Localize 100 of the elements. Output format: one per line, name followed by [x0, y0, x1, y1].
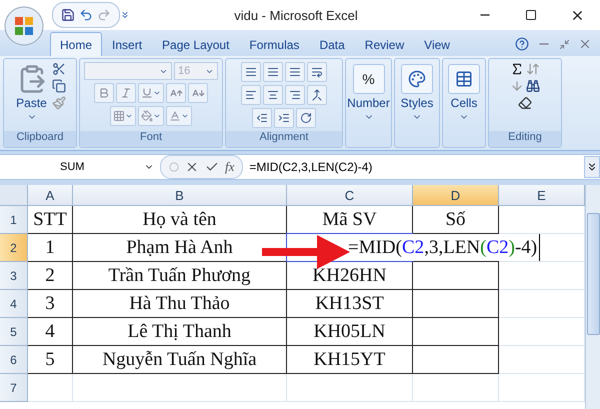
styles-button[interactable]: Styles: [398, 62, 436, 124]
column-header[interactable]: D: [413, 185, 499, 206]
cell-text: Phạm Hà Anh: [126, 236, 233, 258]
close-icon: [578, 37, 592, 51]
grid-cell: [28, 374, 73, 402]
cell-text: 5: [45, 348, 55, 370]
cell-editor[interactable]: =MID(C2,3,LEN(C2)-4): [348, 234, 540, 261]
help-icon: [515, 37, 529, 51]
caret-icon: [181, 112, 189, 120]
paint-bucket-icon: [141, 110, 153, 122]
increase-indent-button[interactable]: [274, 108, 294, 128]
expand-button[interactable]: [584, 156, 600, 178]
decrease-indent-button[interactable]: [252, 108, 272, 128]
rotate-icon: [300, 112, 312, 124]
merge-icon: [311, 89, 323, 101]
row-header[interactable]: 4: [0, 290, 28, 318]
cell-text: Hà Thu Thảo: [129, 292, 230, 314]
fill-down-icon: [510, 79, 524, 93]
ribbon-tab[interactable]: Insert: [102, 32, 152, 56]
cell-text: Họ và tên: [142, 208, 216, 230]
group-label: Alignment: [226, 131, 342, 147]
vertical-scrollbar[interactable]: [585, 185, 600, 409]
column-header[interactable]: B: [73, 185, 287, 206]
caret-icon: [153, 112, 161, 120]
row-header[interactable]: 7: [0, 374, 28, 402]
cell-text: KH15YT: [314, 348, 386, 370]
merge-button[interactable]: [307, 85, 327, 105]
align-middle-button[interactable]: [263, 62, 283, 82]
ribbon-tab[interactable]: Data: [309, 32, 355, 56]
font-color-button[interactable]: [166, 106, 192, 126]
align-center-button[interactable]: [263, 85, 283, 105]
lines-icon: [289, 66, 301, 78]
paste-button[interactable]: Paste: [14, 62, 49, 124]
group-label: Editing: [489, 131, 561, 147]
align-top-button[interactable]: [241, 62, 261, 82]
italic-icon: [120, 87, 132, 99]
double-caret-icon: [586, 161, 598, 173]
column-header[interactable]: A: [28, 185, 73, 206]
cells-button[interactable]: Cells: [446, 62, 482, 124]
lines-icon: [267, 66, 279, 78]
underline-button[interactable]: [138, 83, 164, 103]
fill-color-button[interactable]: [138, 106, 164, 126]
window-title: vidu - Microsoft Excel: [233, 8, 359, 22]
grow-font-button[interactable]: [166, 83, 186, 103]
cell-text: 3: [45, 292, 55, 314]
ribbon-tab[interactable]: Formulas: [239, 32, 310, 56]
cell-text: KH26HN: [312, 264, 386, 286]
cell-text: Trần Tuấn Phương: [108, 264, 251, 286]
wrap-text-button[interactable]: [307, 62, 327, 82]
caret-icon: [125, 112, 133, 120]
group-label: Font: [80, 131, 222, 147]
cell-text: Số: [445, 208, 466, 230]
align-left-icon: [245, 89, 257, 101]
row-header[interactable]: 2: [0, 234, 28, 262]
column-header[interactable]: C: [287, 185, 413, 206]
decrease-indent-icon: [256, 112, 268, 124]
column-header[interactable]: E: [499, 185, 585, 206]
cell-text: Nguyễn Tuấn Nghĩa: [102, 348, 257, 370]
borders-button[interactable]: [110, 106, 136, 126]
row-header[interactable]: 1: [0, 206, 28, 234]
font-color-icon: [169, 110, 181, 122]
binoculars-icon: [526, 79, 540, 93]
shrink-font-button[interactable]: [188, 83, 208, 103]
cell-text: 4: [45, 320, 55, 342]
number-button[interactable]: % Number: [345, 62, 392, 124]
row-header[interactable]: 5: [0, 318, 28, 346]
align-right-button[interactable]: [285, 85, 305, 105]
sort-icon: [526, 62, 540, 76]
font-name-field[interactable]: [84, 62, 172, 80]
align-left-button[interactable]: [241, 85, 261, 105]
ribbon-tab[interactable]: Home: [50, 32, 102, 56]
ribbon-tab[interactable]: Page Layout: [152, 32, 240, 56]
cell-text: KH05LN: [314, 320, 386, 342]
ribbon-tab[interactable]: View: [414, 32, 460, 56]
wrap-text-icon: [311, 66, 323, 78]
brush-icon: [52, 96, 66, 110]
bold-icon: [98, 87, 110, 99]
cancel-icon: [185, 160, 199, 174]
undo-icon: [79, 8, 93, 22]
lines-icon: [245, 66, 257, 78]
row-header[interactable]: 6: [0, 346, 28, 374]
palette-icon: [408, 70, 426, 88]
borders-icon: [113, 110, 125, 122]
italic-button[interactable]: [116, 83, 136, 103]
caret-icon: [153, 89, 161, 97]
cell-text: 1: [45, 236, 55, 258]
ribbon-tab[interactable]: Review: [354, 32, 414, 56]
underline-icon: [141, 87, 153, 99]
table-icon: [455, 70, 473, 88]
orientation-button[interactable]: [296, 108, 316, 128]
bold-button[interactable]: [94, 83, 114, 103]
eraser-icon: [518, 96, 532, 110]
cell-text: STT: [33, 208, 67, 230]
customize-caret-icon: [120, 10, 130, 20]
row-header[interactable]: 3: [0, 262, 28, 290]
align-bottom-button[interactable]: [285, 62, 305, 82]
insert-function-button[interactable]: fx: [225, 159, 234, 175]
increase-indent-icon: [278, 112, 290, 124]
redo-icon: [97, 8, 111, 22]
name-box[interactable]: SUM: [0, 156, 160, 178]
